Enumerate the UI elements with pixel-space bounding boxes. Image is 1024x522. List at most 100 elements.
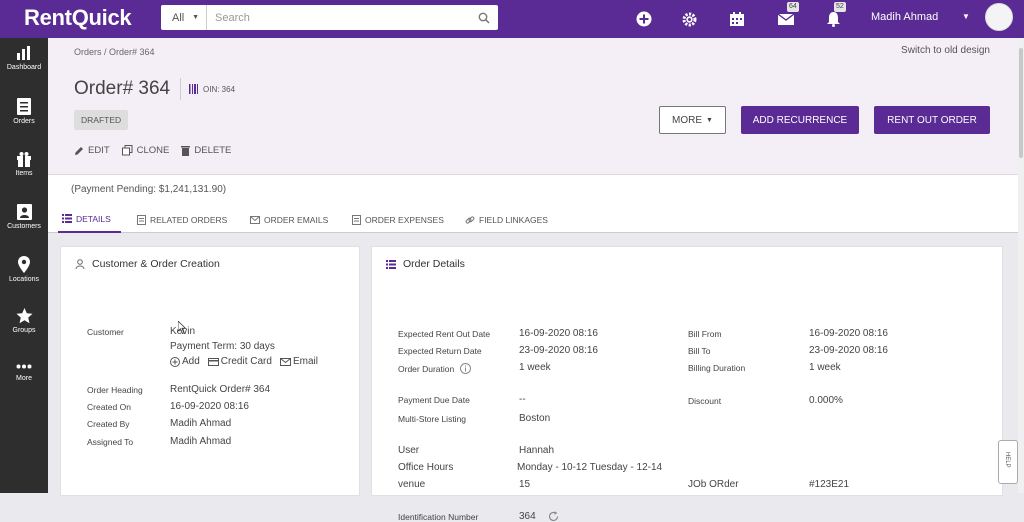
billing-duration-label: Billing Duration [688, 363, 746, 373]
card-title: Order Details [386, 258, 465, 270]
info-icon[interactable] [460, 363, 472, 374]
help-label: HELP [1004, 452, 1010, 468]
delete-action[interactable]: DELETE [181, 145, 231, 156]
credit-card-label: Credit Card [220, 356, 272, 367]
oin-label: OIN: 364 [189, 84, 235, 94]
search-input[interactable]: Search [207, 12, 470, 24]
customers-icon [16, 204, 32, 220]
add-label: Add [182, 356, 200, 367]
order-duration-label-wrap: Order Duration [398, 363, 472, 374]
plus-circle-icon [170, 356, 180, 367]
page-title: Order# 364 [74, 78, 171, 99]
sidebar: Dashboard Orders Items Customers Locatio… [0, 38, 48, 493]
tab-label: DETAILS [76, 213, 111, 224]
multi-store-label: Multi-Store Listing [398, 414, 467, 424]
credit-card-link[interactable]: Credit Card [207, 356, 272, 367]
multi-store-value: Boston [519, 413, 551, 424]
document-icon [352, 214, 361, 225]
sidebar-item-more[interactable]: More [0, 364, 48, 382]
envelope-icon [250, 215, 260, 224]
chevron-down-icon[interactable]: ▼ [962, 12, 970, 21]
order-details-card: Order Details Expected Rent Out Date 16-… [371, 246, 1003, 522]
billing-duration-value: 1 week [809, 362, 841, 373]
search-scope-value: All [172, 11, 185, 24]
identification-value: 364 [519, 511, 536, 522]
envelope-icon [279, 357, 291, 366]
location-pin-icon [18, 256, 30, 273]
office-hours-value: Monday - 10-12 Tuesday - 12-14 [517, 462, 663, 473]
rent-out-order-button[interactable]: RENT OUT ORDER [874, 106, 990, 134]
gear-icon[interactable] [679, 9, 699, 29]
mail-icon[interactable]: 64 [776, 2, 799, 29]
search-box: All ▼ Search [161, 5, 498, 30]
payment-due-value: -- [519, 394, 526, 405]
avatar[interactable] [985, 3, 1013, 31]
created-on-value: 16-09-2020 08:16 [170, 401, 249, 412]
add-recurrence-button[interactable]: ADD RECURRENCE [741, 106, 859, 134]
tab-order-expenses[interactable]: ORDER EXPENSES [352, 206, 444, 233]
sidebar-item-customers[interactable]: Customers [0, 204, 48, 230]
job-order-label: JOb ORder [688, 479, 739, 490]
bill-from-label: Bill From [688, 329, 722, 339]
search-scope-select[interactable]: All ▼ [161, 5, 207, 30]
main-content: Orders / Order# 364 Switch to old design… [48, 38, 1018, 522]
switch-design-link[interactable]: Switch to old design [901, 45, 990, 56]
discount-label: Discount [688, 396, 722, 406]
trash-icon [181, 146, 191, 156]
sidebar-item-orders[interactable]: Orders [0, 98, 48, 125]
tab-details[interactable]: DETAILS [58, 206, 121, 233]
return-date-value: 23-09-2020 08:16 [519, 345, 598, 356]
tab-related-orders[interactable]: RELATED ORDERS [137, 206, 227, 233]
edit-action[interactable]: EDIT [74, 145, 110, 156]
assigned-to-value: Madih Ahmad [170, 436, 232, 447]
payment-due-label: Payment Due Date [398, 395, 470, 405]
created-on-label: Created On [87, 402, 131, 412]
breadcrumb[interactable]: Orders / Order# 364 [74, 47, 155, 57]
sidebar-item-label: Dashboard [6, 64, 42, 71]
card-title-text: Customer & Order Creation [92, 258, 220, 270]
gift-icon [17, 152, 31, 167]
created-by-label: Created By [87, 419, 130, 429]
more-label: MORE [672, 114, 703, 126]
refresh-icon[interactable] [548, 511, 559, 522]
discount-value: 0.000% [809, 395, 843, 406]
scrollbar-thumb[interactable] [1019, 48, 1023, 158]
sidebar-item-dashboard[interactable]: Dashboard [0, 45, 48, 71]
tab-order-emails[interactable]: ORDER EMAILS [250, 206, 328, 233]
rent-out-date-value: 16-09-2020 08:16 [519, 328, 598, 339]
pencil-icon [75, 146, 83, 155]
page-scrollbar[interactable] [1018, 38, 1024, 493]
payment-term: Payment Term: 30 days [170, 341, 275, 352]
bill-from-value: 16-09-2020 08:16 [809, 328, 888, 339]
sidebar-item-groups[interactable]: Groups [0, 308, 48, 334]
app-logo[interactable]: RentQuick [24, 5, 132, 31]
clone-action[interactable]: CLONE [121, 145, 169, 156]
payment-pending: (Payment Pending: $1,241,131.90) [48, 174, 1018, 206]
card-title: Customer & Order Creation [75, 258, 220, 270]
sidebar-item-label: Orders [13, 118, 35, 125]
more-button[interactable]: MORE ▼ [659, 106, 726, 134]
user-name[interactable]: Madih Ahmad [871, 11, 938, 23]
sidebar-item-label: Customers [7, 223, 41, 230]
email-link[interactable]: Email [279, 356, 318, 367]
tab-field-linkages[interactable]: FIELD LINKAGES [465, 206, 548, 233]
sidebar-item-items[interactable]: Items [0, 151, 48, 177]
edit-label: EDIT [88, 145, 110, 156]
identification-label: Identification Number [398, 512, 479, 522]
plus-circle-icon[interactable] [634, 9, 654, 29]
bell-icon[interactable]: 52 [823, 2, 846, 29]
add-link[interactable]: Add [170, 356, 200, 367]
order-header: Orders / Order# 364 Switch to old design… [48, 38, 1018, 174]
sidebar-item-label: More [16, 375, 32, 382]
sidebar-item-locations[interactable]: Locations [0, 256, 48, 283]
calendar-icon[interactable] [727, 9, 747, 29]
tab-label: FIELD LINKAGES [479, 214, 548, 225]
list-icon [62, 214, 72, 223]
search-icon[interactable] [470, 12, 498, 24]
user-value: Hannah [519, 445, 555, 456]
user-icon [75, 259, 85, 269]
created-by-value: Madih Ahmad [170, 418, 232, 429]
mouse-cursor-icon [178, 321, 187, 334]
help-tab[interactable]: HELP [998, 440, 1018, 484]
clone-icon [121, 145, 133, 156]
